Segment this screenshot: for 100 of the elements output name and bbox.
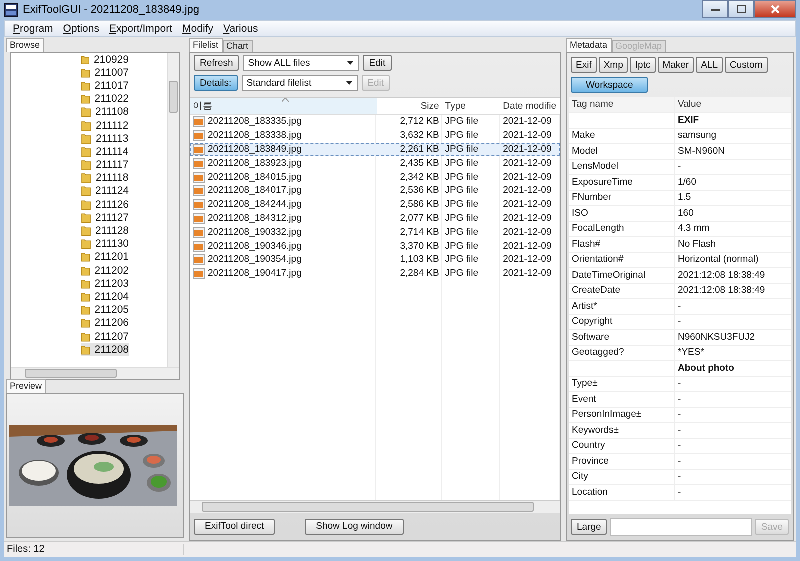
folder-item[interactable]: 211112 — [81, 118, 129, 132]
vertical-scrollbar[interactable] — [167, 53, 179, 367]
folder-item[interactable]: 211007 — [81, 66, 129, 80]
file-type: JPG file — [444, 212, 480, 226]
folder-item[interactable]: 211017 — [81, 79, 129, 93]
file-row[interactable]: 20211208_183335.jpg 2,712 KB JPG file 2021-12-09 — [190, 115, 560, 129]
file-type: JPG file — [444, 198, 480, 212]
folder-item[interactable]: 211202 — [81, 264, 129, 278]
folder-item[interactable]: 211117 — [81, 158, 129, 172]
file-size: 3,632 KB — [399, 129, 440, 143]
file-row[interactable]: 20211208_183923.jpg 2,435 KB JPG file 2021-12-09 — [190, 156, 560, 170]
file-name: 20211208_183923.jpg — [208, 158, 302, 169]
action-button[interactable]: Show Log window — [305, 518, 404, 534]
file-row[interactable]: 20211208_190354.jpg 1,103 KB JPG file 2021-12-09 — [190, 252, 560, 267]
edit-button[interactable]: Edit — [363, 55, 392, 71]
menu-item[interactable]: Options — [59, 22, 106, 34]
file-row[interactable]: 20211208_190346.jpg 3,370 KB JPG file 2021-12-09 — [190, 239, 560, 253]
folder-item[interactable]: 211201 — [81, 250, 129, 264]
folder-item[interactable]: 211127 — [81, 211, 129, 224]
group-button[interactable]: Exif — [571, 57, 597, 73]
file-row[interactable]: 20211208_184015.jpg 2,342 KB JPG file 2021-12-09 — [190, 170, 560, 184]
folder-item[interactable]: 211113 — [81, 132, 129, 146]
file-name: 20211208_190346.jpg — [208, 240, 302, 252]
tab[interactable]: Filelist — [189, 38, 223, 52]
value-input-field[interactable] — [610, 518, 752, 536]
action-button[interactable]: ExifTool direct — [194, 518, 276, 534]
group-button[interactable]: ALL — [696, 57, 724, 73]
folder-icon — [81, 93, 91, 106]
horizontal-scrollbar[interactable] — [11, 367, 179, 379]
column-header[interactable]: 이름 — [190, 98, 378, 114]
folder-item[interactable]: 211118 — [81, 172, 129, 185]
menu-item[interactable]: Program — [9, 22, 60, 34]
folder-item[interactable]: 211108 — [81, 106, 129, 119]
folder-icon — [81, 54, 90, 66]
tag-name: Type± — [569, 376, 675, 391]
file-row[interactable]: 20211208_183338.jpg 3,632 KB JPG file 2021-12-09 — [190, 128, 560, 143]
group-button[interactable]: Xmp — [598, 57, 628, 73]
close-button[interactable] — [754, 0, 796, 18]
image-file-icon — [193, 240, 205, 252]
file-row[interactable]: 20211208_190417.jpg 2,284 KB JPG file 2021-12-09 — [190, 266, 560, 281]
column-header[interactable]: Value — [675, 97, 791, 112]
file-row[interactable]: 20211208_184312.jpg 2,077 KB JPG file 2021-12-09 — [190, 212, 560, 226]
file-name: 20211208_184017.jpg — [208, 185, 302, 196]
folder-item[interactable]: 211022 — [81, 92, 129, 106]
minimize-button[interactable] — [702, 0, 728, 18]
horizontal-scrollbar[interactable] — [190, 500, 560, 513]
folder-item[interactable]: 211204 — [81, 290, 129, 304]
folder-item[interactable]: 211114 — [81, 145, 129, 158]
tag-name: Event — [569, 392, 675, 406]
browse-tab[interactable]: Browse — [6, 38, 44, 52]
file-row[interactable]: 20211208_184244.jpg 2,586 KB JPG file 2021-12-09 — [190, 198, 560, 212]
column-header[interactable]: Size — [377, 98, 442, 114]
close-icon — [770, 4, 780, 14]
details-button[interactable]: Details: — [194, 75, 238, 91]
file-type: JPG file — [444, 115, 480, 129]
group-button[interactable]: Iptc — [630, 57, 656, 73]
file-name: 20211208_183335.jpg — [208, 116, 302, 128]
tab[interactable]: Metadata — [566, 38, 612, 52]
file-type: JPG file — [444, 267, 480, 281]
menu-item[interactable]: Modify — [178, 22, 220, 34]
tag-value: No Flash — [677, 238, 718, 252]
menu-item[interactable]: Various — [219, 22, 264, 34]
column-header[interactable]: Date modifie — [500, 98, 560, 114]
folder-item[interactable]: 211128 — [81, 224, 129, 238]
group-button[interactable]: Workspace — [571, 77, 648, 93]
status-text: Files: 12 — [4, 544, 184, 555]
large-button[interactable]: Large — [571, 519, 608, 535]
group-button[interactable]: Custom — [725, 57, 768, 73]
file-date: 2021-12-09 — [502, 129, 553, 143]
file-name: 20211208_184244.jpg — [208, 199, 302, 210]
column-header[interactable]: Tag name — [569, 97, 675, 112]
folder-item[interactable]: 211208 — [81, 343, 129, 356]
file-row[interactable]: 20211208_184017.jpg 2,536 KB JPG file 2021-12-09 — [190, 184, 560, 198]
folder-icon — [81, 185, 92, 198]
tag-name: Flash# — [569, 237, 675, 252]
tag-name: Keywords± — [569, 423, 675, 438]
folder-item[interactable]: 211207 — [81, 330, 129, 344]
folder-item[interactable]: 211203 — [81, 277, 129, 290]
view-dropdown[interactable]: Standard filelist — [242, 75, 358, 91]
filter-dropdown[interactable]: Show ALL files — [243, 55, 360, 71]
file-row[interactable]: 20211208_190332.jpg 2,714 KB JPG file 2021-12-09 — [190, 225, 560, 240]
column-header[interactable]: Type — [442, 98, 500, 114]
folder-item[interactable]: 211130 — [81, 238, 129, 251]
folder-item[interactable]: 211206 — [81, 316, 129, 330]
folder-icon — [81, 106, 92, 118]
folder-item[interactable]: 211124 — [81, 184, 129, 198]
file-date: 2021-12-09 — [502, 115, 553, 129]
maximize-button[interactable] — [728, 0, 754, 18]
folder-item[interactable]: 211126 — [81, 198, 129, 212]
folder-item[interactable]: 211205 — [81, 304, 129, 317]
file-row[interactable]: 20211208_183849.jpg 2,261 KB JPG file 2021-12-09 — [190, 142, 560, 156]
file-date: 2021-12-09 — [502, 156, 553, 170]
tab[interactable]: Chart — [222, 40, 253, 52]
refresh-button[interactable]: Refresh — [194, 55, 240, 71]
preview-tab[interactable]: Preview — [6, 379, 46, 393]
tag-value: - — [677, 439, 682, 453]
folder-item[interactable]: 210929 — [81, 53, 129, 66]
file-date: 2021-12-09 — [502, 267, 553, 281]
menu-item[interactable]: Export/Import — [105, 22, 179, 34]
group-button[interactable]: Maker — [658, 57, 694, 73]
